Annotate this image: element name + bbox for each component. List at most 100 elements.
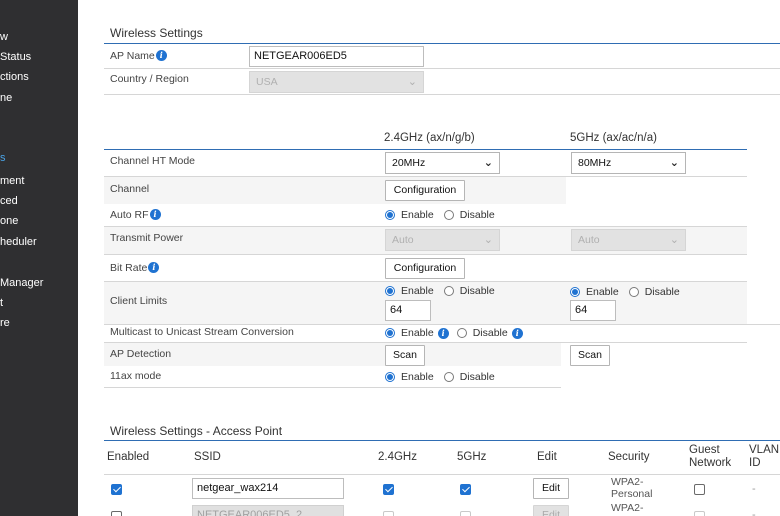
sidebar-item-time-zone[interactable]: ne (0, 92, 12, 104)
main-content: Wireless Settings AP Name i NETGEAR006ED5… (78, 0, 780, 516)
client-limits-2-4ghz-disable-radio[interactable] (443, 286, 454, 296)
channel-ht-mode-label: Channel HT Mode (110, 155, 196, 167)
ap-detection-5ghz-scan-button[interactable]: Scan (570, 345, 610, 366)
column-header-security: Security (608, 451, 650, 463)
client-limits-5ghz-disable-radio[interactable] (628, 287, 639, 297)
ap1-enabled-checkbox[interactable] (111, 484, 122, 495)
multicast-radio-group: Enable i Disable i (385, 327, 523, 339)
auto-rf-enable-radio[interactable] (385, 210, 395, 220)
bit-rate-label: Bit Rate i (110, 262, 160, 274)
column-header-2-4ghz: 2.4GHz (ax/n/g/b) (384, 132, 475, 144)
client-limits-5ghz-radio-group: Enable Disable (570, 286, 680, 298)
country-region-select[interactable]: USA ⌄ (249, 71, 424, 93)
info-icon[interactable]: i (149, 209, 161, 220)
section-divider (104, 149, 747, 150)
sidebar-item-management[interactable]: ment (0, 175, 24, 187)
sidebar: w Status ctions ne s ment ced one hedule… (0, 0, 78, 516)
column-header-guest-network: Guest Network (689, 444, 732, 469)
bit-rate-configuration-button[interactable]: Configuration (385, 258, 465, 279)
column-header-2-4ghz: 2.4GHz (378, 451, 417, 463)
radio-label: Enable (401, 209, 434, 221)
ax-mode-label: 11ax mode (110, 370, 162, 382)
multicast-enable-radio[interactable] (385, 328, 395, 338)
ap1-vlan-id: - (752, 483, 756, 495)
row-background (104, 177, 566, 204)
transmit-power-5ghz-select[interactable]: Auto ⌄ (571, 229, 686, 251)
client-limits-label: Client Limits (110, 295, 168, 307)
radio-label: Enable (401, 327, 434, 339)
column-header-ssid: SSID (194, 451, 221, 463)
chevron-down-icon: ⌄ (407, 76, 417, 88)
radio-label: Disable (459, 285, 495, 297)
sidebar-item-manager[interactable]: Manager (0, 277, 43, 289)
ax-mode-disable-radio[interactable] (443, 372, 454, 382)
sidebar-item-t[interactable]: t (0, 297, 3, 309)
channel-configuration-button[interactable]: Configuration (385, 180, 465, 201)
sidebar-item-wireless[interactable]: s (0, 152, 6, 164)
multicast-label: Multicast to Unicast Stream Conversion (110, 326, 294, 338)
section-divider (104, 43, 780, 44)
auto-rf-radio-group: Enable Disable (385, 209, 495, 221)
row-divider (104, 68, 780, 69)
column-header-5ghz: 5GHz (457, 451, 487, 463)
ap1-5ghz-checkbox[interactable] (460, 484, 471, 495)
info-icon[interactable]: i (155, 50, 167, 61)
client-limits-5ghz-input[interactable]: 64 (570, 300, 616, 321)
info-icon[interactable]: i (148, 262, 160, 273)
ap1-edit-button[interactable]: Edit (533, 478, 569, 499)
ap-detection-label: AP Detection (110, 348, 172, 360)
ap1-2-4ghz-checkbox[interactable] (383, 484, 394, 495)
channel-label: Channel (110, 183, 150, 195)
row-divider (104, 94, 780, 95)
ap-detection-2-4ghz-scan-button[interactable]: Scan (385, 345, 425, 366)
client-limits-5ghz-enable-radio[interactable] (570, 287, 580, 297)
channel-ht-mode-2-4ghz-select[interactable]: 20MHz ⌄ (385, 152, 500, 174)
transmit-power-2-4ghz-select[interactable]: Auto ⌄ (385, 229, 500, 251)
client-limits-2-4ghz-input[interactable]: 64 (385, 300, 431, 321)
sidebar-item-overview[interactable]: w (0, 31, 8, 43)
ap1-guest-network-checkbox[interactable] (694, 484, 705, 495)
row-divider (104, 474, 780, 475)
auto-rf-disable-radio[interactable] (443, 210, 454, 220)
channel-ht-mode-5ghz-select[interactable]: 80MHz ⌄ (571, 152, 686, 174)
sidebar-item-firmware[interactable]: re (0, 317, 10, 329)
sidebar-item-phone[interactable]: one (0, 215, 18, 227)
info-icon[interactable]: i (437, 327, 449, 339)
multicast-disable-radio[interactable] (456, 328, 467, 338)
row-divider (104, 254, 747, 255)
radio-label: Enable (401, 371, 434, 383)
ap2-edit-button[interactable]: Edit (533, 505, 569, 516)
ap2-guest-network-checkbox[interactable] (694, 511, 705, 516)
radio-label: Enable (401, 285, 434, 297)
auto-rf-label: Auto RF i (110, 209, 161, 221)
ap2-enabled-checkbox[interactable] (111, 511, 122, 516)
client-limits-2-4ghz-enable-radio[interactable] (385, 286, 395, 296)
sidebar-item-connections[interactable]: ctions (0, 71, 29, 83)
column-header-enabled: Enabled (107, 451, 150, 463)
transmit-power-label: Transmit Power (110, 232, 184, 244)
sidebar-item-scheduler[interactable]: heduler (0, 236, 37, 248)
client-limits-2-4ghz-radio-group: Enable Disable (385, 285, 495, 297)
ax-mode-radio-group: Enable Disable (385, 371, 495, 383)
ax-mode-enable-radio[interactable] (385, 372, 395, 382)
ap2-ssid-input[interactable]: NETGEAR006ED5_2 (192, 505, 344, 516)
info-icon[interactable]: i (511, 327, 523, 339)
ap-name-input[interactable]: NETGEAR006ED5 (249, 46, 424, 67)
chevron-down-icon: ⌄ (483, 234, 493, 246)
ap2-2-4ghz-checkbox[interactable] (383, 511, 394, 516)
column-header-edit: Edit (537, 451, 557, 463)
ap2-security: WPA2- (611, 502, 644, 514)
sidebar-item-advanced[interactable]: ced (0, 195, 18, 207)
sidebar-item-status[interactable]: Status (0, 51, 31, 63)
radio-label: Disable (472, 327, 508, 339)
ap1-ssid-input[interactable]: netgear_wax214 (192, 478, 344, 499)
section-divider (104, 440, 780, 441)
row-divider (104, 324, 780, 325)
access-point-title: Wireless Settings - Access Point (110, 424, 283, 438)
country-region-label: Country / Region (110, 73, 189, 85)
wireless-settings-title: Wireless Settings (110, 26, 203, 40)
column-header-5ghz: 5GHz (ax/ac/n/a) (570, 132, 657, 144)
chevron-down-icon: ⌄ (669, 157, 679, 169)
ap2-5ghz-checkbox[interactable] (460, 511, 471, 516)
row-divider (104, 387, 561, 388)
